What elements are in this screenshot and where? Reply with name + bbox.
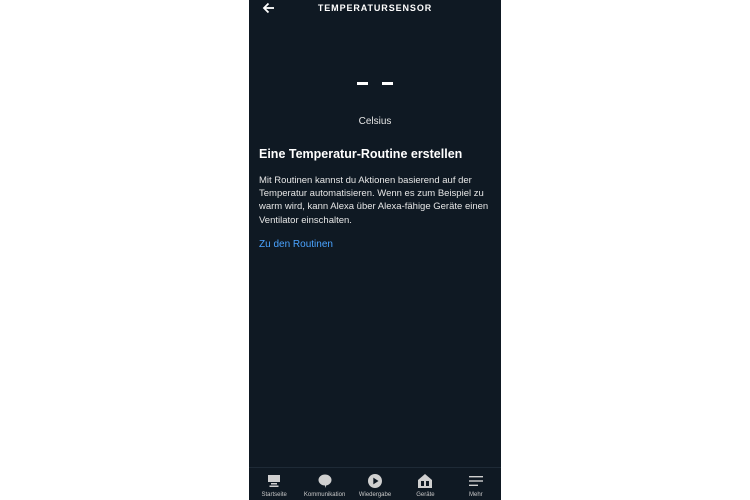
nav-label: Kommunikation xyxy=(303,492,346,498)
temperature-value xyxy=(249,82,501,85)
placeholder-dash xyxy=(382,82,393,85)
nav-label: Wiedergabe xyxy=(358,492,392,498)
app-screen: TEMPERATURSENSOR Celsius Eine Temperatur… xyxy=(249,0,501,500)
nav-item-kommunikation[interactable]: Kommunikation xyxy=(299,468,349,500)
placeholder-dash xyxy=(357,82,368,85)
routines-link[interactable]: Zu den Routinen xyxy=(259,239,333,250)
bottom-nav: Startseite Kommunikation Wiedergabe Gerä… xyxy=(249,467,501,500)
menu-icon xyxy=(468,476,483,486)
nav-label: Mehr xyxy=(468,492,483,498)
nav-item-startseite[interactable]: Startseite xyxy=(249,468,299,500)
home-icon xyxy=(268,475,281,487)
routine-description: Mit Routinen kannst du Aktionen basieren… xyxy=(259,175,489,226)
temperature-unit: Celsius xyxy=(358,116,392,127)
nav-label: Geräte xyxy=(416,492,435,498)
devices-icon xyxy=(418,474,433,488)
nav-item-mehr[interactable]: Mehr xyxy=(451,468,501,500)
nav-item-geraete[interactable]: Geräte xyxy=(400,468,450,500)
routine-heading: Eine Temperatur-Routine erstellen xyxy=(259,147,463,161)
nav-label: Startseite xyxy=(261,492,287,498)
nav-item-wiedergabe[interactable]: Wiedergabe xyxy=(350,468,400,500)
play-icon xyxy=(368,474,383,488)
speech-bubble-icon xyxy=(318,474,332,488)
header: TEMPERATURSENSOR xyxy=(249,0,501,18)
page-title: TEMPERATURSENSOR xyxy=(317,3,433,13)
